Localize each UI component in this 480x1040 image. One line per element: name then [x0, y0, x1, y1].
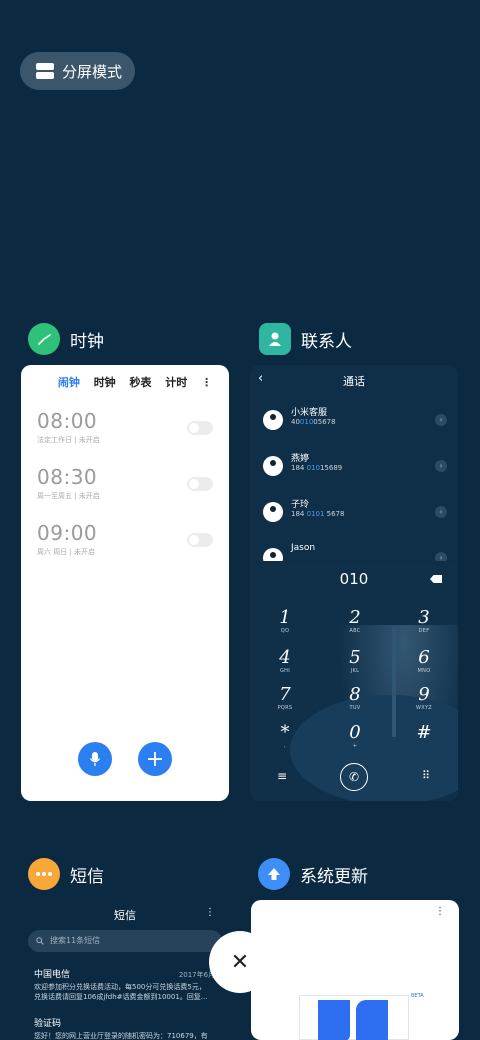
contact-row[interactable]: 小米客服 4001005678 › — [263, 405, 453, 435]
alarm-toggle[interactable] — [187, 533, 213, 547]
plus-icon: + — [145, 746, 165, 772]
clock-tabs: 闹钟 时钟 秒表 计时 ⋮ — [21, 367, 229, 397]
close-icon: ✕ — [230, 949, 250, 975]
sms-preview: 欢迎参加积分兑换话费活动，每500分可兑换话费5元， — [34, 983, 206, 991]
alarm-toggle[interactable] — [187, 421, 213, 435]
sms-list-item[interactable]: 验证码 您好！您的网上营业厅登录的随机密码为：710679，有 — [34, 1019, 224, 1040]
contacts-icon — [259, 323, 291, 355]
add-alarm-button[interactable]: + — [138, 742, 172, 776]
chevron-right-icon[interactable]: › — [435, 414, 447, 426]
alarm-item[interactable]: 08:00 法定工作日 | 未开启 — [37, 409, 229, 465]
update-app-header[interactable]: 系统更新 — [258, 858, 368, 890]
contact-name: 子玲 — [291, 500, 310, 510]
dial-key[interactable]: 5 JKL — [335, 648, 375, 675]
dial-key[interactable]: 0 + — [335, 723, 375, 750]
dial-key[interactable]: 8 TUV — [335, 685, 375, 712]
update-app-name: 系统更新 — [300, 866, 368, 887]
tab-timer[interactable]: 计时 — [165, 374, 187, 390]
contacts-title: 通话 — [343, 375, 365, 388]
clock-icon — [28, 323, 60, 355]
microphone-icon — [89, 752, 101, 766]
keypad-icon[interactable]: ⠿ — [422, 769, 430, 782]
sms-search-input[interactable]: 搜索11条短信 — [28, 930, 222, 952]
tab-alarm[interactable]: 闹钟 — [58, 374, 80, 390]
contact-row[interactable]: 子玲 184 0101 5678 › — [263, 497, 453, 527]
chevron-right-icon[interactable]: › — [435, 460, 447, 472]
sms-title: 短信 — [114, 909, 136, 922]
tab-clock[interactable]: 时钟 — [94, 374, 116, 390]
alarm-toggle[interactable] — [187, 477, 213, 491]
phone-icon: ✆ — [348, 770, 360, 784]
sms-sender: 验证码 — [34, 1019, 62, 1029]
split-mode-button[interactable]: 分屏模式 — [20, 52, 135, 90]
alarm-repeat: 法定工作日 | 未开启 — [37, 436, 100, 444]
alarm-repeat: 周一至周五 | 未开启 — [37, 492, 100, 500]
contact-phone: 4001005678 — [291, 418, 336, 426]
more-icon[interactable]: ⋮ — [201, 376, 212, 389]
clock-app-header[interactable]: 时钟 — [28, 323, 104, 355]
tab-stopwatch[interactable]: 秒表 — [129, 374, 151, 390]
contacts-app-card[interactable]: ‹ 通话 小米客服 4001005678 › 燕婷 184 01015689 ›… — [250, 365, 458, 801]
dial-input[interactable]: 010 — [250, 570, 458, 588]
avatar — [263, 456, 283, 476]
menu-icon[interactable]: ≡ — [277, 769, 287, 783]
more-icon[interactable]: ⋮ — [435, 906, 445, 917]
chevron-right-icon[interactable]: › — [435, 506, 447, 518]
contact-name: 燕婷 — [291, 454, 310, 464]
voice-alarm-button[interactable] — [78, 742, 112, 776]
sms-preview: 您好！您的网上营业厅登录的随机密码为：710679，有 — [34, 1032, 208, 1040]
dial-key[interactable]: 2 ABC — [335, 608, 375, 635]
sms-app-card[interactable]: 短信 ⋮ 搜索11条短信 中国电信 2017年6月30 欢迎参加积分兑换话费活动… — [21, 897, 229, 1040]
message-icon — [28, 858, 60, 890]
contact-row[interactable]: 燕婷 184 01015689 › — [263, 451, 453, 481]
sms-app-header[interactable]: 短信 — [28, 858, 104, 890]
more-icon[interactable]: ⋮ — [205, 907, 215, 918]
contact-name: 小米客服 — [291, 408, 328, 418]
contact-row[interactable]: Jason › — [263, 543, 453, 561]
dial-key[interactable]: 6 MNO — [404, 648, 444, 675]
avatar — [263, 548, 283, 561]
split-screen-icon — [36, 63, 54, 79]
split-mode-label: 分屏模式 — [62, 62, 123, 81]
contact-name: Jason — [291, 543, 316, 553]
clock-app-card[interactable]: 闹钟 时钟 秒表 计时 ⋮ 08:00 法定工作日 | 未开启 08:30 周一… — [21, 365, 229, 801]
dial-key[interactable]: 4 GHI — [265, 648, 305, 675]
beta-label: BETA — [411, 993, 424, 999]
dial-key[interactable]: 1 QO — [265, 608, 305, 635]
dial-key[interactable]: # — [404, 723, 444, 743]
clear-all-button[interactable]: ✕ — [209, 931, 271, 993]
contacts-app-header[interactable]: 联系人 — [259, 323, 352, 355]
search-icon — [36, 937, 44, 945]
clock-app-name: 时钟 — [70, 331, 104, 352]
miui-logo — [299, 995, 409, 1040]
update-app-card[interactable]: ⋮ BETA — [251, 900, 459, 1040]
call-button[interactable]: ✆ — [340, 763, 368, 791]
alarm-repeat: 周六 周日 | 未开启 — [37, 548, 96, 556]
dial-key[interactable]: 3 DEF — [404, 608, 444, 635]
dial-key[interactable]: 7 PQRS — [265, 685, 305, 712]
contacts-app-name: 联系人 — [301, 331, 352, 352]
dial-key[interactable]: 9 WXYZ — [404, 685, 444, 712]
chevron-right-icon[interactable]: › — [435, 552, 447, 561]
avatar — [263, 410, 283, 430]
sms-list-item[interactable]: 中国电信 2017年6月30 欢迎参加积分兑换话费活动，每500分可兑换话费5元… — [34, 970, 224, 1002]
contact-phone: 184 01015689 — [291, 464, 343, 472]
alarm-item[interactable]: 08:30 周一至周五 | 未开启 — [37, 465, 229, 521]
avatar — [263, 502, 283, 522]
alarm-item[interactable]: 09:00 周六 周日 | 未开启 — [37, 521, 229, 577]
update-icon — [258, 858, 290, 890]
sms-preview: 兑换话费请回复106成jfdh#话费金额到10001。回复... — [34, 993, 208, 1001]
contact-phone: 184 0101 5678 — [291, 510, 345, 518]
sms-app-name: 短信 — [70, 866, 104, 887]
dial-key[interactable]: *, — [265, 723, 305, 750]
